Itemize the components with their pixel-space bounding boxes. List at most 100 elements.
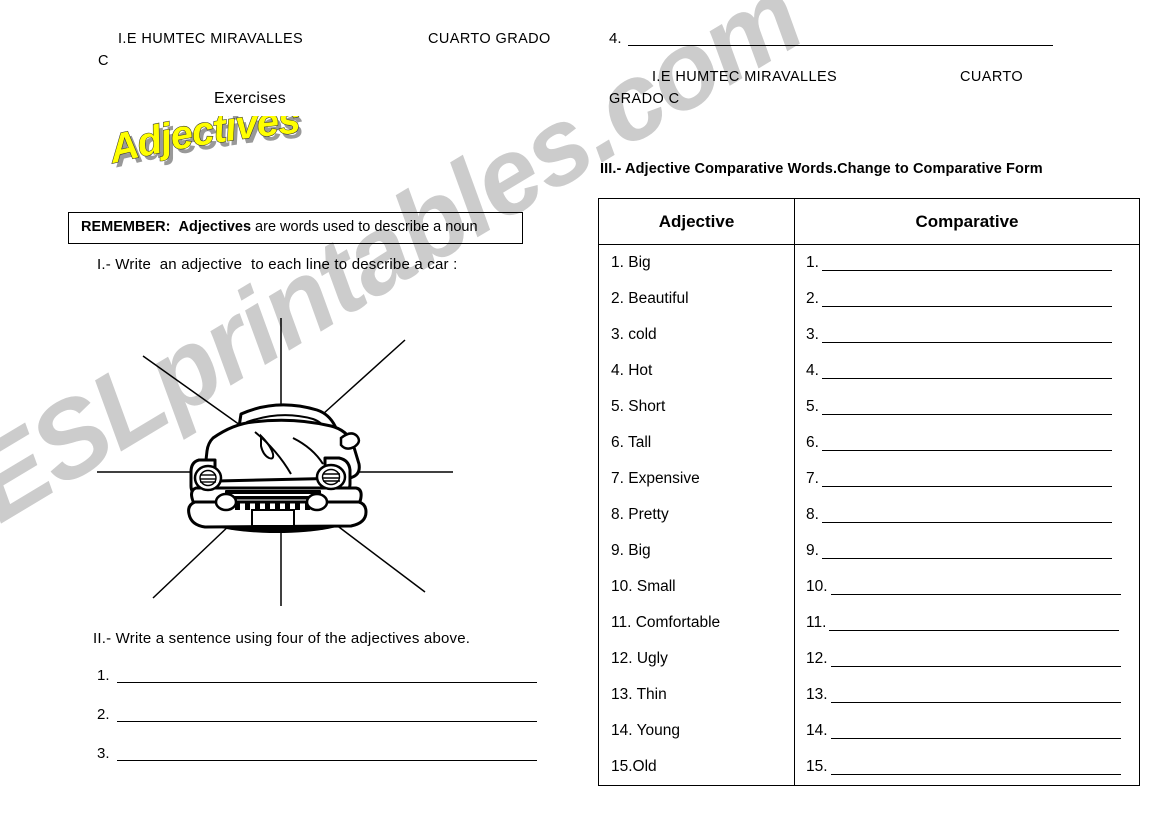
comparative-answer-cell[interactable]: 8.: [795, 497, 1140, 533]
table-row: 15.Old 15.: [598, 749, 1140, 786]
comparative-answer-cell[interactable]: 13.: [795, 677, 1140, 713]
comparative-table: Adjective Comparative 1. Big 1. 2. Beautif…: [598, 198, 1140, 786]
answer-rule[interactable]: [821, 369, 1112, 380]
answer-rule[interactable]: [830, 693, 1121, 704]
answer-number: 3.: [97, 745, 110, 762]
comparative-answer-cell[interactable]: 5.: [795, 389, 1140, 425]
table-header-row: Adjective Comparative: [598, 198, 1140, 245]
answer-number: 6.: [806, 433, 819, 451]
answer-number: 15.: [806, 757, 828, 775]
adjective-cell: 13. Thin: [598, 677, 795, 713]
answer-rule[interactable]: [821, 477, 1112, 488]
comparative-answer-cell[interactable]: 11.: [795, 605, 1140, 641]
answer-number: 1.: [806, 253, 819, 271]
table-row: 11. Comfortable 11.: [598, 605, 1140, 641]
remember-label: REMEMBER:: [81, 219, 171, 235]
comparative-answer-cell[interactable]: 14.: [795, 713, 1140, 749]
answer-rule[interactable]: [821, 441, 1112, 452]
answer-rule-4[interactable]: [628, 45, 1053, 46]
answer-rule[interactable]: [830, 585, 1121, 596]
comparative-answer-cell[interactable]: 12.: [795, 641, 1140, 677]
answer-rule[interactable]: [821, 261, 1112, 272]
adjective-cell: 11. Comfortable: [598, 605, 795, 641]
table-row: 12. Ugly 12.: [598, 641, 1140, 677]
answer-rule[interactable]: [830, 657, 1121, 668]
comparative-answer-cell[interactable]: 9.: [795, 533, 1140, 569]
answer-number: 11.: [806, 613, 827, 631]
answer-number: 1.: [97, 667, 110, 684]
answer-rule[interactable]: [117, 760, 537, 761]
grade-section-right: GRADO C: [609, 91, 680, 107]
table-row: 1. Big 1.: [598, 244, 1140, 282]
svg-text:Adjectives: Adjectives: [104, 116, 301, 172]
answer-rule[interactable]: [821, 405, 1112, 416]
answer-number: 14.: [806, 721, 828, 739]
answer-rule[interactable]: [117, 682, 537, 683]
table-row: 4. Hot 4.: [598, 353, 1140, 389]
remember-keyword: Adjectives: [178, 219, 252, 235]
answer-number: 5.: [806, 397, 819, 415]
answer-number: 7.: [806, 469, 819, 487]
grade-label-left: CUARTO GRADO: [428, 31, 551, 47]
answer-number: 12.: [806, 649, 828, 667]
answer-rule[interactable]: [821, 513, 1112, 524]
column-header-adjective: Adjective: [598, 198, 795, 245]
adjective-cell: 10. Small: [598, 569, 795, 605]
answer-number: 3.: [806, 325, 819, 343]
table-row: 3. cold 3.: [598, 317, 1140, 353]
table-row: 5. Short 5.: [598, 389, 1140, 425]
answer-rule[interactable]: [829, 621, 1120, 632]
comparative-answer-cell[interactable]: 3.: [795, 317, 1140, 353]
table-row: 8. Pretty 8.: [598, 497, 1140, 533]
worksheet-page: ESLprintables.com I.E HUMTEC MIRAVALLES …: [0, 0, 1169, 821]
school-name-left: I.E HUMTEC MIRAVALLES: [118, 31, 304, 47]
comparative-answer-cell[interactable]: 10.: [795, 569, 1140, 605]
remember-rest: are words used to describe a noun: [251, 219, 478, 235]
remember-text: REMEMBER: Adjectives are words used to d…: [81, 219, 478, 235]
comparative-answer-cell[interactable]: 15.: [795, 749, 1140, 786]
adjective-cell: 8. Pretty: [598, 497, 795, 533]
adjective-cell: 2. Beautiful: [598, 281, 795, 317]
comparative-answer-cell[interactable]: 2.: [795, 281, 1140, 317]
car-front-clipart: [187, 403, 368, 533]
adjective-cell: 14. Young: [598, 713, 795, 749]
comparative-answer-cell[interactable]: 6.: [795, 425, 1140, 461]
answer-number: 4.: [806, 361, 819, 379]
grade-label-right: CUARTO: [960, 69, 1024, 85]
answer-number: 9.: [806, 541, 819, 559]
school-name-right: I.E HUMTEC MIRAVALLES: [652, 69, 838, 85]
adjective-cell: 6. Tall: [598, 425, 795, 461]
answer-rule[interactable]: [830, 729, 1121, 740]
answer-rule[interactable]: [821, 549, 1112, 560]
instruction-exercise-2: II.- Write a sentence using four of the …: [93, 630, 471, 647]
answer-number: 8.: [806, 505, 819, 523]
exercises-label: Exercises: [214, 90, 287, 107]
adjective-cell: 12. Ugly: [598, 641, 795, 677]
answer-rule[interactable]: [821, 333, 1112, 344]
table-row: 13. Thin 13.: [598, 677, 1140, 713]
adjective-cell: 1. Big: [598, 244, 795, 281]
comparative-answer-cell[interactable]: 7.: [795, 461, 1140, 497]
adjective-cell: 3. cold: [598, 317, 795, 353]
adjective-cell: 15.Old: [598, 749, 795, 786]
adjective-cell: 9. Big: [598, 533, 795, 569]
table-row: 2. Beautiful 2.: [598, 281, 1140, 317]
instruction-exercise-1: I.- Write an adjective to each line to d…: [97, 256, 458, 273]
page-title-wordart: Adjectives Adjectives: [104, 116, 344, 172]
comparative-answer-cell[interactable]: 4.: [795, 353, 1140, 389]
adjective-cell: 7. Expensive: [598, 461, 795, 497]
answer-number: 13.: [806, 685, 828, 703]
comparative-answer-cell[interactable]: 1.: [795, 245, 1140, 282]
answer-rule[interactable]: [830, 765, 1121, 776]
answer-number-4: 4.: [609, 30, 622, 47]
adjective-cell: 4. Hot: [598, 353, 795, 389]
answer-number: 2.: [806, 289, 819, 307]
adjective-cell: 5. Short: [598, 389, 795, 425]
answer-rule[interactable]: [821, 297, 1112, 308]
remember-box: REMEMBER: Adjectives are words used to d…: [68, 212, 523, 244]
table-row: 14. Young 14.: [598, 713, 1140, 749]
table-row: 7. Expensive 7.: [598, 461, 1140, 497]
column-header-comparative: Comparative: [794, 198, 1140, 245]
answer-rule[interactable]: [117, 721, 537, 722]
section-3-title: III.- Adjective Comparative Words.Change…: [600, 161, 1043, 177]
